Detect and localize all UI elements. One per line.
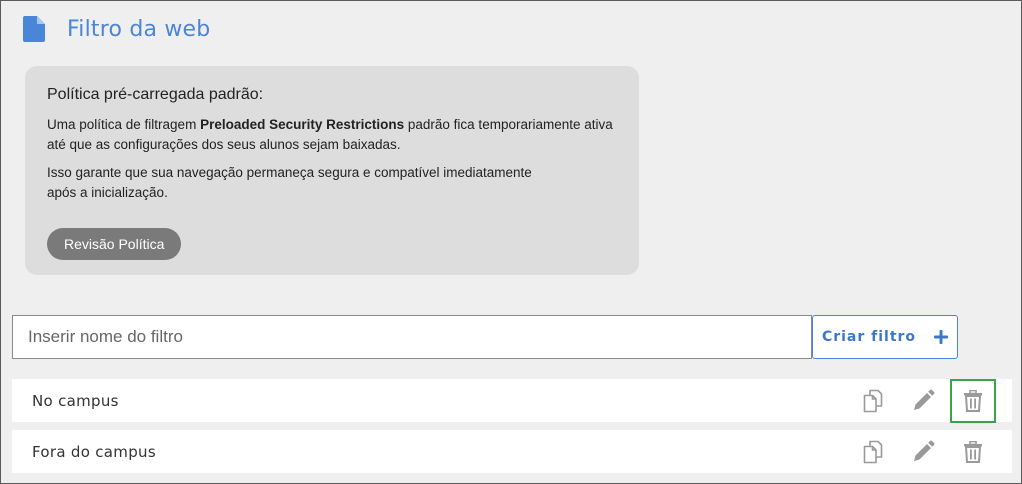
- policy-description-line-1: Uma política de filtragem Preloaded Secu…: [47, 115, 617, 135]
- create-filter-form: Criar filtro: [12, 315, 958, 359]
- delete-filter-button[interactable]: [950, 378, 996, 423]
- copy-filter-button[interactable]: [850, 379, 896, 423]
- filter-actions: [850, 378, 1000, 423]
- policy-description-line-2: até que as configurações dos seus alunos…: [47, 137, 401, 152]
- copy-icon: [863, 440, 883, 463]
- plus-icon: [934, 330, 949, 344]
- policy-card-title: Política pré-carregada padrão:: [47, 86, 264, 103]
- filter-actions: [850, 430, 1000, 473]
- policy-text-after: padrão fica temporariamente ativa: [404, 117, 613, 132]
- edit-filter-button[interactable]: [900, 379, 946, 423]
- filter-name: Fora do campus: [32, 442, 156, 461]
- policy-description: Uma política de filtragem Preloaded Secu…: [47, 115, 617, 155]
- trash-icon: [964, 440, 982, 463]
- trash-icon: [964, 389, 982, 412]
- create-filter-label: Criar filtro: [821, 329, 917, 345]
- copy-icon: [863, 389, 883, 412]
- page-title: Filtro da web: [67, 16, 211, 42]
- review-policy-button[interactable]: Revisão Política: [47, 228, 182, 260]
- preloaded-policy-card: Política pré-carregada padrão: Uma polít…: [25, 66, 639, 275]
- filter-list: No campus Fora do campus: [12, 378, 1012, 481]
- filter-item: No campus: [12, 378, 1012, 423]
- page-header: Filtro da web: [23, 14, 210, 44]
- policy-assurance-line-2: após a inicialização.: [47, 185, 168, 200]
- policy-text-before: Uma política de filtragem: [47, 117, 201, 132]
- delete-filter-button[interactable]: [950, 430, 996, 474]
- policy-assurance-line-1: Isso garante que sua navegação permaneça…: [47, 165, 532, 180]
- copy-filter-button[interactable]: [850, 430, 896, 474]
- filter-name-input[interactable]: [12, 315, 812, 359]
- create-filter-button[interactable]: Criar filtro: [812, 315, 958, 359]
- policy-name: Preloaded Security Restrictions: [200, 117, 405, 132]
- filter-item: Fora do campus: [12, 430, 1012, 473]
- policy-assurance: Isso garante que sua navegação permaneça…: [47, 163, 617, 203]
- edit-filter-button[interactable]: [900, 430, 946, 474]
- pencil-icon: [914, 389, 935, 410]
- filter-name: No campus: [32, 391, 119, 410]
- pencil-icon: [914, 440, 935, 461]
- document-icon: [23, 16, 45, 42]
